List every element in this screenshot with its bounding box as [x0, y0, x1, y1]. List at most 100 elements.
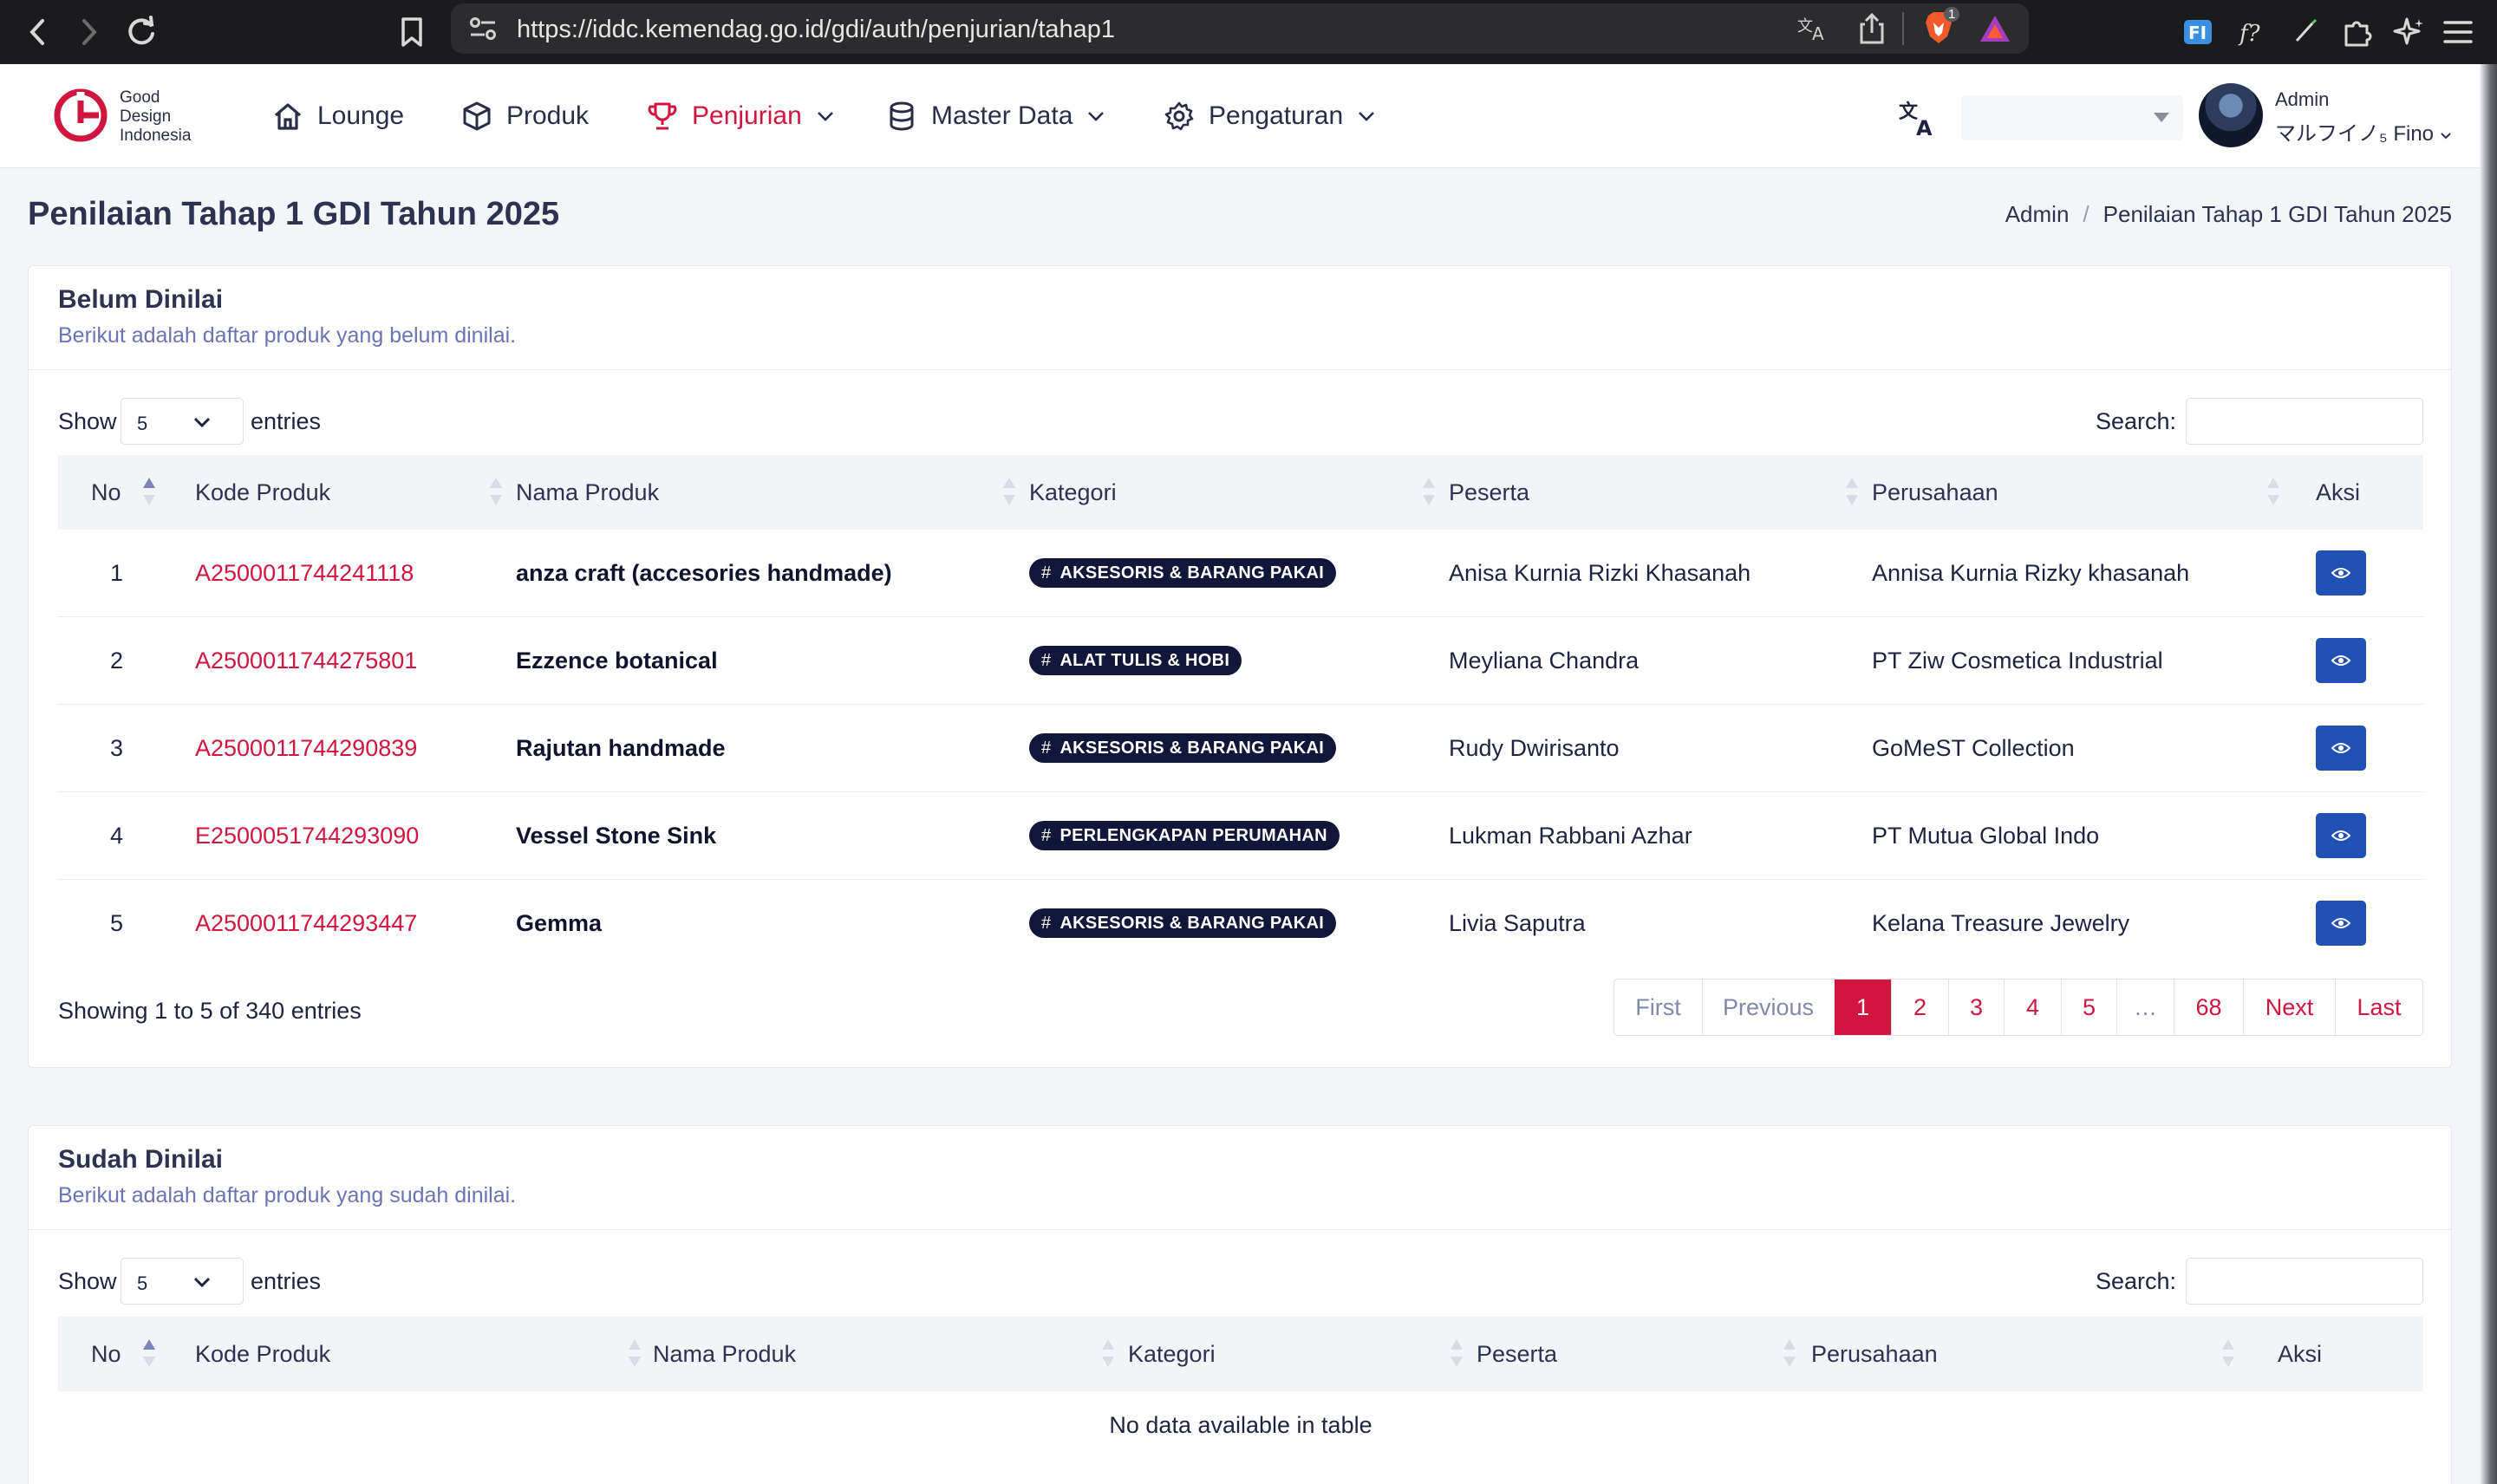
extensions-button[interactable] — [2336, 10, 2379, 54]
entries-select[interactable]: 5 — [121, 1258, 244, 1305]
nav-penjurian[interactable]: Penjurian — [647, 97, 835, 135]
page-68[interactable]: 68 — [2174, 980, 2244, 1035]
col-perusahaan[interactable]: Perusahaan — [1811, 1317, 1938, 1391]
extension-pen[interactable] — [2284, 10, 2327, 54]
page-scrollbar[interactable] — [2480, 64, 2497, 1484]
col-kode-produk[interactable]: Kode Produk — [195, 1317, 330, 1391]
page-4[interactable]: 4 — [2005, 980, 2062, 1035]
formula-extension-icon: f? — [2238, 21, 2261, 47]
sort-icon — [1102, 1339, 1114, 1367]
cell-kategori: # PERLENGKAPAN PERUMAHAN — [1029, 792, 1340, 879]
page-first[interactable]: First — [1614, 980, 1703, 1035]
page-last[interactable]: Last — [2336, 980, 2422, 1035]
col-kode-produk[interactable]: Kode Produk — [195, 455, 330, 530]
language-icon[interactable]: 文A — [1899, 97, 1940, 139]
page-1[interactable]: 1 — [1835, 980, 1892, 1035]
cell-kode-produk[interactable]: A2500011744275801 — [195, 617, 417, 704]
bookmark-icon — [401, 17, 422, 47]
box-icon — [463, 101, 491, 131]
extension-formula[interactable]: f? — [2230, 10, 2273, 54]
language-select[interactable] — [1961, 95, 2183, 140]
col-kategori[interactable]: Kategori — [1128, 1317, 1216, 1391]
breadcrumb-admin[interactable]: Admin — [2005, 201, 2070, 227]
view-button[interactable] — [2316, 638, 2366, 683]
sort-icon — [2222, 1339, 2234, 1367]
sort-icon — [1451, 1339, 1463, 1367]
database-icon — [890, 101, 914, 131]
caret-down-icon — [2154, 113, 2169, 122]
col-kategori[interactable]: Kategori — [1029, 455, 1117, 530]
breadcrumb-separator: / — [2083, 201, 2090, 227]
category-badge: # AKSESORIS & BARANG PAKAI — [1029, 558, 1337, 588]
col-no[interactable]: No — [91, 1317, 121, 1391]
entries-select[interactable]: 5 — [121, 398, 244, 445]
view-button[interactable] — [2316, 901, 2366, 946]
brave-rewards-icon[interactable] — [1979, 14, 2011, 43]
gdi-logo-icon[interactable] — [54, 88, 108, 142]
translate-page-icon[interactable]: 文A — [1796, 14, 1831, 43]
cell-kategori: # AKSESORIS & BARANG PAKAI — [1029, 530, 1337, 616]
browser-menu-button[interactable] — [2436, 10, 2480, 54]
page-2[interactable]: 2 — [1892, 980, 1949, 1035]
cell-kode-produk[interactable]: E2500051744293090 — [195, 792, 419, 879]
svg-text:A: A — [1812, 23, 1824, 43]
cell-perusahaan: GoMeST Collection — [1872, 734, 2075, 761]
app-header: Good Design Indonesia Lounge Produk Penj… — [0, 64, 2497, 168]
nav-produk[interactable]: Produk — [461, 97, 589, 135]
nav-pengaturan[interactable]: Pengaturan — [1164, 97, 1376, 135]
view-button[interactable] — [2316, 726, 2366, 771]
col-no[interactable]: No — [91, 455, 121, 530]
sort-asc-icon — [143, 478, 155, 505]
cell-nama-produk: anza craft (accesories handmade) — [516, 559, 892, 586]
view-button[interactable] — [2316, 813, 2366, 858]
cell-kode-produk[interactable]: A2500011744293447 — [195, 880, 417, 967]
user-menu[interactable]: マルフイノ₅ Fino — [2275, 116, 2452, 146]
col-peserta[interactable]: Peserta — [1449, 455, 1529, 530]
bookmark-button[interactable] — [390, 10, 434, 54]
col-perusahaan[interactable]: Perusahaan — [1872, 455, 1998, 530]
reload-button[interactable] — [120, 10, 163, 54]
table-row: 1 A2500011744241118 anza craft (accesori… — [58, 530, 2423, 617]
col-peserta[interactable]: Peserta — [1477, 1317, 1557, 1391]
page-5[interactable]: 5 — [2062, 980, 2117, 1035]
card-header: Belum Dinilai Berikut adalah daftar prod… — [29, 266, 2451, 370]
cell-no: 1 — [110, 559, 124, 586]
page-3[interactable]: 3 — [1949, 980, 2005, 1035]
search-input[interactable] — [2186, 1258, 2423, 1305]
table-row: 3 A2500011744290839 Rajutan handmade # AK… — [58, 705, 2423, 792]
nav-master-data[interactable]: Master Data — [886, 97, 1105, 135]
col-aksi: Aksi — [2316, 478, 2361, 505]
page-previous[interactable]: Previous — [1703, 980, 1835, 1035]
eye-icon — [2331, 743, 2350, 753]
cell-kode-produk[interactable]: A2500011744290839 — [195, 705, 417, 791]
extension-translator[interactable]: FI — [2176, 10, 2220, 54]
cell-kode-produk[interactable]: A2500011744241118 — [195, 530, 414, 616]
belum-dinilai-card: Belum Dinilai Berikut adalah daftar prod… — [28, 265, 2452, 1068]
back-button[interactable] — [16, 10, 59, 54]
page-next[interactable]: Next — [2244, 980, 2336, 1035]
nav-lounge[interactable]: Lounge — [272, 97, 404, 135]
forward-button[interactable] — [68, 10, 111, 54]
brave-shields-button[interactable]: 1 — [1923, 7, 1961, 49]
chevron-down-icon — [2440, 133, 2451, 140]
sort-icon — [1003, 478, 1015, 505]
col-nama-produk[interactable]: Nama Produk — [653, 1317, 796, 1391]
view-button[interactable] — [2316, 550, 2366, 596]
reload-icon — [128, 16, 154, 45]
search-input[interactable] — [2186, 398, 2423, 445]
cell-no: 2 — [110, 647, 124, 674]
url-text: https://iddc.kemendag.go.id/gdi/auth/pen… — [517, 16, 1116, 43]
cell-no: 5 — [110, 909, 124, 936]
address-bar[interactable]: https://iddc.kemendag.go.id/gdi/auth/pen… — [451, 3, 2029, 54]
avatar[interactable] — [2199, 83, 2263, 147]
search-label: Search: — [2096, 1268, 2177, 1294]
sort-asc-icon — [143, 1339, 155, 1367]
share-icon[interactable] — [1857, 12, 1887, 45]
leo-ai-button[interactable] — [2388, 10, 2431, 54]
category-badge: # PERLENGKAPAN PERUMAHAN — [1029, 821, 1340, 850]
col-nama-produk[interactable]: Nama Produk — [516, 455, 659, 530]
cell-nama-produk: Vessel Stone Sink — [516, 822, 717, 849]
cell-kategori: # AKSESORIS & BARANG PAKAI — [1029, 705, 1337, 791]
hash-icon: # — [1041, 913, 1052, 933]
site-settings-icon — [470, 17, 496, 40]
